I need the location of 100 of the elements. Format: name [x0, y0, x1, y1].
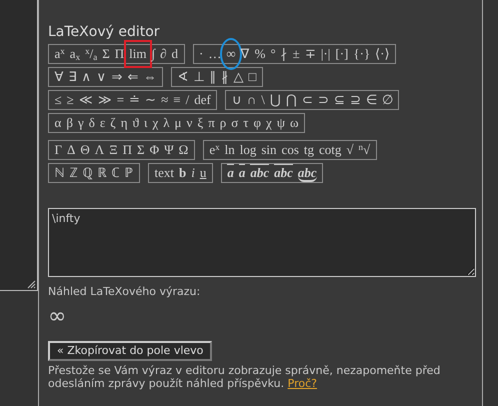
- symbol-button[interactable]: √: [344, 142, 356, 158]
- symbol-button[interactable]: ∓: [302, 46, 318, 62]
- symbol-button[interactable]: b: [176, 165, 189, 181]
- symbol-button[interactable]: ⊃: [315, 92, 332, 108]
- symbol-button[interactable]: a: [236, 165, 248, 181]
- symbol-button[interactable]: ω: [287, 115, 302, 131]
- symbol-button[interactable]: ∢: [175, 69, 191, 85]
- symbol-button[interactable]: a: [224, 165, 236, 181]
- symbol-button[interactable]: \: [258, 92, 268, 108]
- symbol-button[interactable]: ∞: [224, 46, 238, 62]
- symbol-button[interactable]: d: [169, 46, 180, 62]
- symbol-button[interactable]: ι: [141, 115, 150, 131]
- why-link[interactable]: Proč?: [288, 377, 317, 390]
- symbol-button[interactable]: %: [252, 46, 268, 62]
- symbol-button[interactable]: ·: [196, 46, 206, 62]
- symbol-button[interactable]: |·|: [318, 46, 333, 62]
- symbol-button[interactable]: Π: [120, 142, 134, 158]
- symbol-button[interactable]: ≪: [76, 92, 96, 108]
- symbol-button[interactable]: ∅: [379, 92, 396, 108]
- symbol-button[interactable]: abc: [248, 165, 272, 181]
- symbol-button[interactable]: ≤: [52, 92, 64, 108]
- symbol-button[interactable]: °: [268, 46, 278, 62]
- copy-button[interactable]: « Zkopírovat do pole vlevo: [48, 341, 212, 361]
- symbol-button[interactable]: ⊆: [331, 92, 348, 108]
- symbol-button[interactable]: ∂: [158, 46, 169, 62]
- symbol-button[interactable]: u: [197, 165, 209, 181]
- symbol-button[interactable]: Δ: [64, 142, 78, 158]
- symbol-button[interactable]: ℚ: [80, 165, 95, 181]
- symbol-button[interactable]: ⊥: [191, 69, 207, 85]
- symbol-button[interactable]: λ: [160, 115, 172, 131]
- symbol-button[interactable]: Ω: [176, 142, 191, 158]
- symbol-button[interactable]: ≐: [126, 92, 143, 108]
- symbol-button[interactable]: ∤: [278, 46, 290, 62]
- symbol-button[interactable]: a$_{x}$: [67, 46, 83, 62]
- symbol-button[interactable]: ln: [222, 142, 238, 158]
- symbol-button[interactable]: {·}: [350, 46, 373, 62]
- symbol-button[interactable]: Ψ: [162, 142, 176, 158]
- symbol-button[interactable]: χ: [150, 115, 161, 131]
- symbol-button[interactable]: γ: [75, 115, 86, 131]
- latex-input[interactable]: \infty: [48, 208, 476, 277]
- symbol-button[interactable]: /: [183, 92, 192, 108]
- symbol-button[interactable]: ℤ: [67, 165, 80, 181]
- symbol-button[interactable]: ⟨·⟩: [372, 46, 392, 62]
- symbol-button[interactable]: ℕ: [52, 165, 67, 181]
- symbol-button[interactable]: cotg: [316, 142, 344, 158]
- symbol-button[interactable]: ε: [97, 115, 108, 131]
- symbol-button[interactable]: tg: [301, 142, 317, 158]
- symbol-button[interactable]: ∥: [207, 69, 219, 85]
- symbol-button[interactable]: α: [52, 115, 64, 131]
- symbol-button[interactable]: ϑ: [130, 115, 142, 131]
- symbol-button[interactable]: ∦: [219, 69, 231, 85]
- symbol-button[interactable]: log: [237, 142, 259, 158]
- symbol-button[interactable]: ∪: [229, 92, 244, 108]
- symbol-button[interactable]: Λ: [92, 142, 107, 158]
- symbol-button[interactable]: χ: [264, 115, 274, 131]
- symbol-button[interactable]: ∩: [244, 92, 259, 108]
- symbol-button[interactable]: sin: [258, 142, 280, 158]
- symbol-button[interactable]: …: [206, 46, 224, 62]
- symbol-button[interactable]: ν: [184, 115, 195, 131]
- symbol-button[interactable]: a$^{x}$: [52, 46, 68, 62]
- symbol-button[interactable]: abc: [295, 165, 320, 181]
- symbol-button[interactable]: ∧: [79, 69, 94, 85]
- symbol-button[interactable]: ⊇: [347, 92, 364, 108]
- symbol-button[interactable]: Σ: [134, 142, 148, 158]
- resize-grip-icon[interactable]: [27, 280, 36, 289]
- symbol-button[interactable]: ⋃: [267, 92, 284, 108]
- symbol-button[interactable]: ρ: [217, 115, 229, 131]
- symbol-button[interactable]: i: [188, 165, 198, 181]
- symbol-button[interactable]: σ: [228, 115, 241, 131]
- symbol-button[interactable]: μ: [172, 115, 184, 131]
- symbol-button[interactable]: Φ: [147, 142, 162, 158]
- symbol-button[interactable]: ∀: [52, 69, 66, 85]
- symbol-button[interactable]: ≡: [170, 92, 184, 108]
- symbol-button[interactable]: ≈: [158, 92, 171, 108]
- symbol-button[interactable]: β: [64, 115, 76, 131]
- symbol-button[interactable]: δ: [86, 115, 98, 131]
- text-area[interactable]: [0, 0, 38, 291]
- symbol-button[interactable]: η: [118, 115, 130, 131]
- symbol-button[interactable]: φ: [251, 115, 264, 131]
- symbol-button[interactable]: ℝ: [95, 165, 109, 181]
- symbol-button[interactable]: ψ: [274, 115, 288, 131]
- symbol-button[interactable]: ⋂: [283, 92, 300, 108]
- symbol-button[interactable]: $^{x}$/$_{a}$: [82, 46, 100, 62]
- symbol-button[interactable]: ±: [290, 46, 302, 62]
- symbol-button[interactable]: Π: [112, 46, 127, 62]
- symbol-button[interactable]: π: [206, 115, 218, 131]
- symbol-button[interactable]: ⇐: [125, 69, 141, 85]
- symbol-button[interactable]: ξ: [194, 115, 206, 131]
- symbol-button[interactable]: ⇒: [109, 69, 125, 85]
- symbol-button[interactable]: [·]: [332, 46, 351, 62]
- symbol-button[interactable]: Γ: [52, 142, 65, 158]
- symbol-button[interactable]: def: [192, 92, 214, 108]
- symbol-button[interactable]: ℙ: [122, 165, 136, 181]
- symbol-button[interactable]: abc: [272, 165, 296, 181]
- symbol-button[interactable]: ∼: [142, 92, 159, 108]
- symbol-button[interactable]: ⊂: [299, 92, 316, 108]
- symbol-button[interactable]: ∨: [94, 69, 109, 85]
- symbol-button[interactable]: e$^{x}$: [206, 142, 222, 158]
- symbol-button[interactable]: ζ: [108, 115, 118, 131]
- symbol-button[interactable]: △: [231, 69, 246, 85]
